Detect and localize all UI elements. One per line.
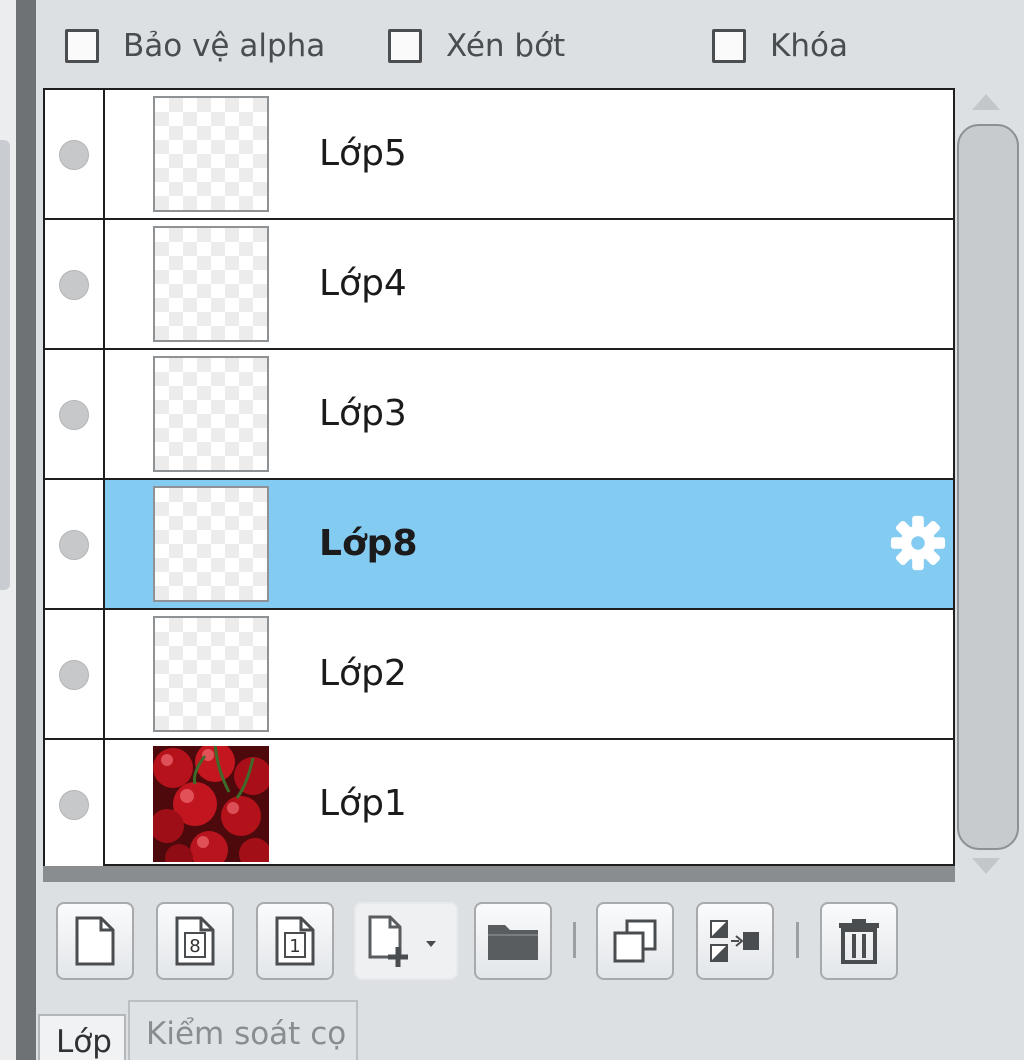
clip-label: Xén bớt xyxy=(446,28,566,64)
toolbar-separator xyxy=(796,922,799,958)
cherries-thumbnail xyxy=(153,746,269,862)
layer-thumbnail xyxy=(153,616,269,732)
visibility-cell[interactable] xyxy=(45,610,105,738)
visibility-toggle[interactable] xyxy=(59,660,89,690)
trash-icon xyxy=(839,919,879,964)
page-8-button[interactable]: 8 xyxy=(156,902,234,980)
lock-label: Khóa xyxy=(770,28,848,64)
visibility-cell[interactable] xyxy=(45,740,105,868)
merge-icon xyxy=(710,920,759,962)
layer-row[interactable]: Lớp4 xyxy=(45,220,953,350)
delete-layer-button[interactable] xyxy=(820,902,898,980)
layer-content[interactable]: Lớp3 xyxy=(105,350,953,478)
layer-name: Lớp5 xyxy=(319,133,407,174)
layer-name: Lớp8 xyxy=(319,523,418,564)
layer-name: Lớp2 xyxy=(319,653,407,694)
layer-name: Lớp3 xyxy=(319,393,407,434)
gear-icon[interactable] xyxy=(889,514,947,572)
clip-option[interactable]: Xén bớt xyxy=(388,24,565,68)
layer-thumbnail xyxy=(153,486,269,602)
alpha-protect-option[interactable]: Bảo vệ alpha xyxy=(65,24,325,68)
layer-toolbar: 8 1 xyxy=(36,882,1024,992)
visibility-toggle[interactable] xyxy=(59,270,89,300)
visibility-cell[interactable] xyxy=(45,220,105,348)
layer-content[interactable]: Lớp8 xyxy=(105,480,953,608)
add-layer-dropdown-button[interactable] xyxy=(354,902,458,980)
layer-row[interactable]: Lớp5 xyxy=(45,90,953,220)
splitter-handle[interactable] xyxy=(0,140,10,590)
layer-name: Lớp1 xyxy=(319,783,407,824)
visibility-toggle[interactable] xyxy=(59,400,89,430)
visibility-cell[interactable] xyxy=(45,90,105,218)
new-layer-button[interactable] xyxy=(56,902,134,980)
clip-checkbox[interactable] xyxy=(388,29,422,63)
lock-checkbox[interactable] xyxy=(712,29,746,63)
add-layer-dropdown-icon xyxy=(368,915,436,967)
layer-content[interactable]: Lớp1 xyxy=(105,740,953,868)
cherries-image xyxy=(153,746,269,862)
toolbar-separator xyxy=(573,922,576,958)
layer-thumbnail xyxy=(153,226,269,342)
visibility-cell[interactable] xyxy=(45,480,105,608)
new-layer-icon xyxy=(75,916,115,966)
scroll-down-arrow[interactable] xyxy=(972,858,1000,874)
layer-thumbnail xyxy=(153,356,269,472)
duplicate-button[interactable] xyxy=(596,902,674,980)
layer-row[interactable]: Lớp1 xyxy=(45,740,953,868)
visibility-cell[interactable] xyxy=(45,350,105,478)
duplicate-icon xyxy=(613,919,657,963)
alpha-protect-checkbox[interactable] xyxy=(65,29,99,63)
merge-button[interactable] xyxy=(696,902,774,980)
folder-button[interactable] xyxy=(474,902,552,980)
page-1-button[interactable]: 1 xyxy=(256,902,334,980)
layer-row-selected[interactable]: Lớp8 xyxy=(45,480,953,610)
layer-row[interactable]: Lớp2 xyxy=(45,610,953,740)
visibility-toggle[interactable] xyxy=(59,790,89,820)
layer-content[interactable]: Lớp2 xyxy=(105,610,953,738)
layer-content[interactable]: Lớp4 xyxy=(105,220,953,348)
layers-list: Lớp5 Lớp4 Lớp3 Lớp8 Lớp2 Lớp1 xyxy=(43,88,955,868)
layer-row[interactable]: Lớp3 xyxy=(45,350,953,480)
tab-layers[interactable]: Lớp xyxy=(38,1014,126,1060)
page-1-icon: 1 xyxy=(275,916,315,966)
layer-thumbnail xyxy=(153,96,269,212)
page-8-badge: 8 xyxy=(189,936,200,957)
alpha-protect-label: Bảo vệ alpha xyxy=(123,28,326,64)
panel-edge xyxy=(16,0,36,1060)
layer-name: Lớp4 xyxy=(319,263,407,304)
visibility-toggle[interactable] xyxy=(59,530,89,560)
tab-brush-control[interactable]: Kiểm soát cọ xyxy=(128,1000,358,1060)
page-1-badge: 1 xyxy=(289,936,300,957)
folder-icon xyxy=(488,925,538,960)
visibility-toggle[interactable] xyxy=(59,140,89,170)
left-strip xyxy=(0,0,16,1060)
scroll-up-arrow[interactable] xyxy=(972,94,1000,110)
scrollbar-thumb[interactable] xyxy=(957,124,1019,850)
layer-content[interactable]: Lớp5 xyxy=(105,90,953,218)
list-bottom-bar xyxy=(43,866,955,882)
lock-option[interactable]: Khóa xyxy=(712,24,848,68)
page-8-icon: 8 xyxy=(175,916,215,966)
